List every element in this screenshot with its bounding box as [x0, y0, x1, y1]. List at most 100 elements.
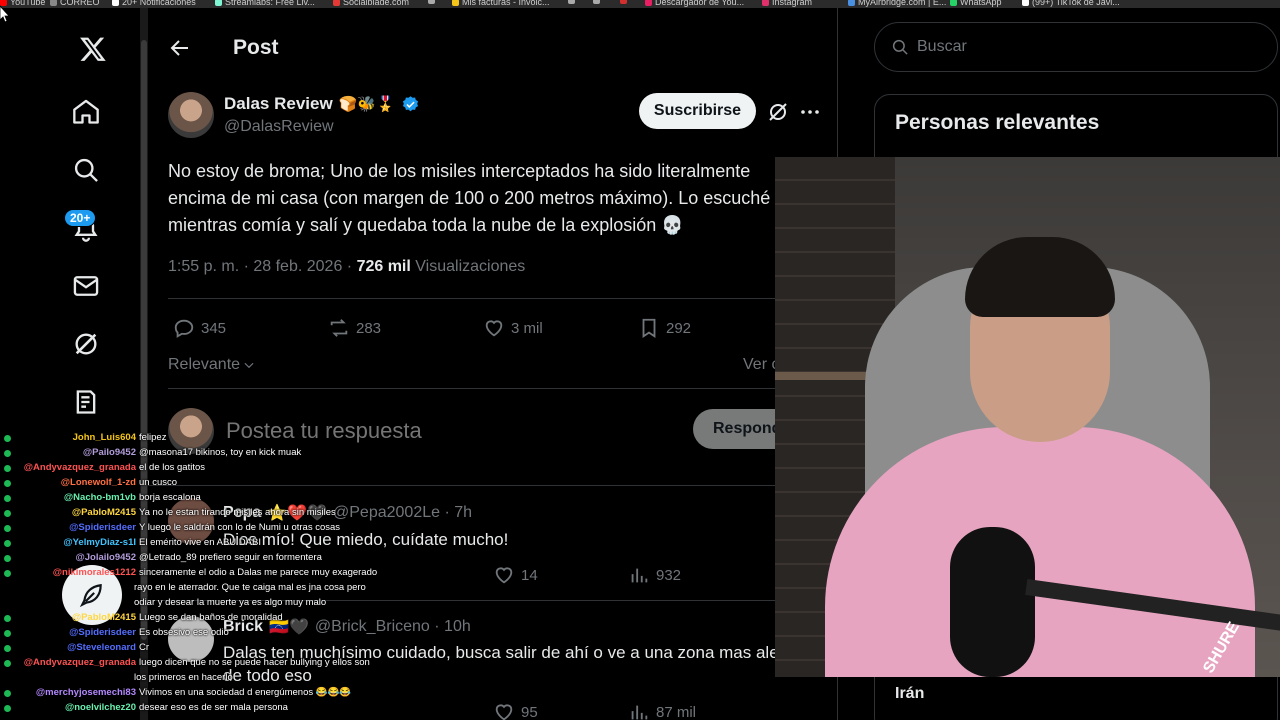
reply-views-count: 87 mil	[656, 703, 697, 720]
bookmark-item[interactable]: 20+ Notificaciones	[112, 0, 196, 7]
bookmark-item[interactable]	[593, 0, 603, 4]
chat-text: Luego se dan baños de moralidad	[139, 612, 283, 623]
repost-count: 283	[356, 319, 382, 337]
bookmark-item[interactable]: CORREO	[50, 0, 100, 7]
reply-views-action[interactable]: 932	[628, 564, 681, 586]
chat-platform-icon	[4, 464, 11, 472]
subscribe-button[interactable]: Suscribirse	[639, 93, 756, 129]
bookmark-label: Streamlabs: Free Liv...	[225, 0, 315, 7]
chat-username: @Spiderisdeer	[69, 522, 136, 533]
view-quotes-link[interactable]: Ver c	[743, 356, 779, 374]
heart-icon	[495, 567, 513, 584]
bookmark-item[interactable]: Instagram	[762, 0, 812, 7]
bookmark-action[interactable]: 292	[638, 317, 691, 339]
views-chart-icon	[631, 705, 648, 720]
trend-item[interactable]: Irán	[895, 685, 924, 703]
bookmark-item[interactable]	[568, 0, 578, 4]
chat-message: @Andyvazquez_granada el de los gatitos	[4, 462, 205, 474]
chat-message: odiar y desear la muerte ya es algo muy …	[134, 597, 326, 609]
chat-message: @Steveleonard Cr	[4, 642, 149, 654]
notifications-badge: 20+	[64, 209, 97, 227]
reply-views-action[interactable]: 87 mil	[628, 701, 696, 720]
chat-platform-icon	[4, 554, 11, 562]
divider	[168, 388, 818, 389]
reply-like-action[interactable]: 95	[493, 701, 538, 720]
bookmark-label: MyAirbridge.com | E...	[858, 0, 947, 7]
sort-label: Relevante	[168, 356, 241, 373]
bookmark-item[interactable]: WhatsApp	[950, 0, 1002, 7]
chat-message: @PabloM2415 Luego se dan baños de moralid…	[4, 612, 283, 624]
bookmark-item[interactable]: Socialblade.com	[333, 0, 409, 7]
author-handle[interactable]: @DalasReview	[224, 118, 334, 136]
chat-username: @Andyvazquez_granada	[23, 657, 136, 668]
chat-message: @Spiderisdeer Es obsesivo ese odio	[4, 627, 229, 639]
x-logo-icon[interactable]	[77, 33, 109, 65]
page-title: Post	[233, 36, 279, 59]
grok-icon[interactable]	[766, 100, 790, 124]
chat-text: Ya no le estan tirando misiles ahora sin…	[139, 507, 336, 518]
reply-action[interactable]: 345	[173, 317, 226, 339]
bookmark-item[interactable]	[428, 0, 438, 4]
bookmark-item[interactable]: Descargador de You...	[645, 0, 744, 7]
bookmark-item[interactable]: Mis facturas - Invoic...	[452, 0, 550, 7]
like-action[interactable]: 3 mil	[483, 317, 543, 339]
author-name[interactable]: Dalas Review	[224, 94, 333, 114]
chat-platform-icon	[4, 704, 11, 712]
chat-message: @Pailo9452 @masona17 bikinos, toy en kick…	[4, 447, 301, 459]
home-icon[interactable]	[70, 96, 102, 128]
tweet-timestamp[interactable]: 1:55 p. m. · 28 feb. 2026 ·	[168, 258, 357, 275]
bookmark-label: Mis facturas - Invoic...	[462, 0, 550, 7]
bookmark-item[interactable]: (99+) TikTok de Javi...	[1022, 0, 1120, 7]
views-chart-icon	[631, 568, 648, 583]
chat-text: rayo en le aterrador. Que te caiga mal e…	[134, 582, 366, 593]
chat-username: @PabloM2415	[71, 507, 136, 518]
views-count: 726 mil	[356, 258, 411, 275]
reply-like-count: 95	[521, 703, 538, 720]
chat-platform-icon	[4, 434, 11, 442]
views-label: Visualizaciones	[410, 258, 526, 275]
bookmark-label: CORREO	[60, 0, 100, 7]
search-icon[interactable]	[70, 154, 102, 186]
search-input[interactable]	[917, 38, 1237, 56]
heart-icon	[495, 704, 513, 720]
back-arrow-icon[interactable]	[168, 36, 192, 60]
chat-platform-icon	[4, 449, 11, 457]
reply-like-action[interactable]: 14	[493, 564, 538, 586]
chat-platform-icon	[4, 644, 11, 652]
bookmark-item[interactable]: MyAirbridge.com | E...	[848, 0, 946, 7]
bookmark-label: Socialblade.com	[343, 0, 410, 7]
messages-envelope-icon[interactable]	[70, 270, 102, 302]
bookmark-count: 292	[666, 319, 692, 337]
bookmark-label: Descargador de You...	[655, 0, 745, 7]
chat-username: @nikimorales1212	[52, 567, 136, 578]
bookmark-favicon-icon	[452, 0, 459, 6]
chat-message: @PabloM2415 Ya no le estan tirando misile…	[4, 507, 336, 519]
chat-platform-icon	[4, 539, 11, 547]
bookmark-favicon-icon	[593, 0, 600, 4]
lists-icon[interactable]	[70, 386, 102, 418]
chat-text: El emérito vive en ABU DABI	[139, 537, 261, 548]
author-emojis: 🍞🐝🎖️	[338, 96, 395, 113]
webcam-overlay: SHURE	[775, 157, 1280, 677]
chat-platform-icon	[4, 614, 11, 622]
search-box[interactable]	[874, 22, 1278, 72]
chat-platform-icon	[4, 509, 11, 517]
bookmark-icon	[642, 318, 656, 338]
sort-dropdown[interactable]: Relevante	[168, 356, 256, 374]
bookmark-favicon-icon	[215, 0, 222, 6]
more-options-icon[interactable]	[798, 100, 822, 124]
bookmark-item[interactable]	[620, 0, 630, 4]
repost-action[interactable]: 283	[328, 317, 381, 339]
chat-platform-icon	[4, 494, 11, 502]
author-avatar[interactable]	[168, 92, 214, 138]
bookmark-label: Instagram	[772, 0, 813, 7]
chat-username: @Lonewolf_1-zd	[60, 477, 136, 488]
tweet-text-line: mientras comía y salí y quedaba toda la …	[168, 215, 684, 235]
chat-message: John_Luis604 felipez	[4, 432, 166, 444]
bookmark-favicon-icon	[950, 0, 957, 6]
author-name-row: Dalas Review 🍞🐝🎖️	[224, 94, 420, 114]
grok-icon[interactable]	[70, 328, 102, 360]
chat-platform-icon	[4, 659, 11, 667]
streamer-hair	[965, 237, 1115, 317]
bookmark-item[interactable]: Streamlabs: Free Liv...	[215, 0, 315, 7]
